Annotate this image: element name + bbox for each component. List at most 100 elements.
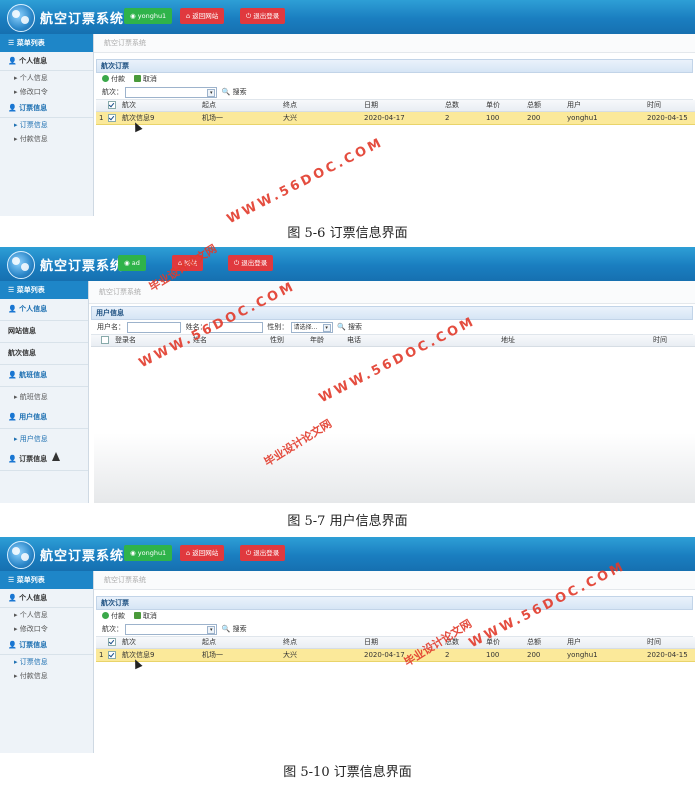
col-header: 地址 <box>501 335 653 347</box>
sidebar-group-personal[interactable]: 👤 个人信息 <box>0 589 93 608</box>
sidebar-group-booking[interactable]: 👤 订票信息 <box>0 449 88 471</box>
sidebar-group-user[interactable]: 👤 用户信息 <box>0 407 88 429</box>
cell-from: 机场一 <box>202 648 283 662</box>
user-button[interactable]: ◉ yonghu1 <box>124 545 173 561</box>
col-header: 单价 <box>486 100 527 112</box>
row-checkbox[interactable] <box>108 651 116 659</box>
main-content: 航空订票系统 航次订票 付款 取消 航次： ▾ 🔍 搜索 航次 起点 终点 日期… <box>94 34 695 216</box>
home-button[interactable]: ⌂ 返回网站 <box>180 8 225 24</box>
sidebar-group-booking[interactable]: 👤 订票信息 <box>0 636 93 655</box>
sidebar-group-flight[interactable]: 航次信息 <box>0 343 88 365</box>
sidebar-item-booking-info[interactable]: ▸ 订票信息 <box>0 655 93 669</box>
cell-user: yonghu1 <box>567 648 647 662</box>
sidebar-item-payment-info[interactable]: ▸ 付款信息 <box>0 132 93 146</box>
bottom-shade <box>94 433 695 503</box>
row-checkbox[interactable] <box>108 114 116 122</box>
cell-user: yonghu1 <box>567 111 647 125</box>
user-button[interactable]: ◉ ad <box>118 255 146 271</box>
app-title: 航空订票系统 <box>40 12 125 27</box>
home-button[interactable]: ⌂ 返回网站 <box>180 545 225 561</box>
search-button[interactable]: 🔍 搜索 <box>222 88 247 96</box>
main-content: 航空订票系统 航次订票 付款 取消 航次： ▾ 🔍 搜索 航次 起点 终点 日期… <box>94 571 695 753</box>
gender-label: 性别： <box>267 323 289 331</box>
sidebar-item-payment-info[interactable]: ▸ 付款信息 <box>0 669 93 683</box>
col-header: 总数 <box>445 100 486 112</box>
sidebar-item-change-password[interactable]: ▸ 修改口令 <box>0 622 93 636</box>
filter-bar: 航次： ▾ 🔍 搜索 <box>96 85 693 100</box>
user-button[interactable]: ◉ yonghu1 <box>124 8 173 24</box>
sidebar-group-booking[interactable]: 👤 订票信息 <box>0 99 93 118</box>
add-icon <box>102 75 109 82</box>
sidebar-group-personal[interactable]: 👤 个人信息 <box>0 299 88 321</box>
sidebar-item-change-password[interactable]: ▸ 修改口令 <box>0 85 93 99</box>
app-title: 航空订票系统 <box>40 259 125 274</box>
sidebar-group-airline[interactable]: 👤 航班信息 <box>0 365 88 387</box>
cell-time: 2020-04-15 <box>647 648 695 662</box>
cell-time: 2020-04-15 <box>647 111 695 125</box>
breadcrumb: 航空订票系统 <box>89 281 695 304</box>
figure-caption-1: 图 5-6 订票信息界面 <box>287 226 408 241</box>
figure-caption-3: 图 5-10 订票信息界面 <box>283 765 412 780</box>
cell-count: 2 <box>445 648 486 662</box>
logout-button[interactable]: ⏻ 退出登录 <box>240 8 286 24</box>
select-all-checkbox[interactable] <box>108 638 116 646</box>
row-number: 1 <box>96 648 108 662</box>
search-button[interactable]: 🔍 搜索 <box>337 323 362 331</box>
sidebar-group-site[interactable]: 网站信息 <box>0 321 88 343</box>
cell-total: 200 <box>527 648 567 662</box>
cancel-button[interactable]: 取消 <box>133 75 157 83</box>
sidebar-item-personal-info[interactable]: ▸ 个人信息 <box>0 71 93 85</box>
sidebar-item-booking-info[interactable]: ▸ 订票信息 <box>0 118 93 132</box>
col-header: 时间 <box>653 335 695 347</box>
screenshot-user-info: 航空订票系统 ◉ ad ⌂ 网站 ⏻ 退出登录 ☰ 菜单列表 👤 个人信息 网站… <box>0 247 695 503</box>
search-button[interactable]: 🔍 搜索 <box>222 625 247 633</box>
col-header: 性别 <box>270 335 310 347</box>
table-row[interactable]: 1 航次信息9 机场一 大兴 2020-04-17 2 100 200 yong… <box>96 111 695 125</box>
filter-bar: 用户名： 姓名： 性别： 请选择... ▾ 🔍 搜索 <box>91 320 693 335</box>
menu-header: ☰ 菜单列表 <box>0 281 88 299</box>
filter-bar: 航次： ▾ 🔍 搜索 <box>96 622 693 637</box>
sidebar-item-user-info[interactable]: ▸ 用户信息 <box>0 429 88 449</box>
table-row[interactable]: 1 航次信息9 机场一 大兴 2020-04-17 2 100 200 yong… <box>96 648 695 662</box>
panel-title: 航次订票 <box>96 596 693 610</box>
toolbar: 付款 取消 <box>96 610 693 622</box>
flight-label: 航次： <box>102 88 123 96</box>
col-header: 用户 <box>567 637 647 649</box>
select-all-checkbox[interactable] <box>108 101 116 109</box>
chevron-down-icon: ▾ <box>207 625 216 634</box>
sidebar-item-airline-info[interactable]: ▸ 航班信息 <box>0 387 88 407</box>
toolbar: 付款 取消 <box>96 73 693 85</box>
logo-icon <box>7 541 35 569</box>
cancel-button[interactable]: 取消 <box>133 612 157 620</box>
flight-label: 航次： <box>102 625 123 633</box>
col-header: 起点 <box>202 100 283 112</box>
col-header: 时间 <box>647 100 695 112</box>
col-header: 起点 <box>202 637 283 649</box>
select-all-checkbox[interactable] <box>101 336 109 344</box>
cell-count: 2 <box>445 111 486 125</box>
cancel-icon <box>133 75 141 82</box>
username-input[interactable] <box>127 321 182 333</box>
col-header: 用户 <box>567 100 647 112</box>
sidebar-item-personal-info[interactable]: ▸ 个人信息 <box>0 608 93 622</box>
add-icon <box>102 612 109 619</box>
gender-select[interactable]: 请选择... ▾ <box>290 321 333 333</box>
panel-title: 用户信息 <box>91 306 693 320</box>
logo-icon <box>7 4 35 32</box>
panel-title: 航次订票 <box>96 59 693 73</box>
flight-select[interactable]: ▾ <box>125 86 218 98</box>
logout-button[interactable]: ⏻ 退出登录 <box>228 255 274 271</box>
screenshot-booking-2: 航空订票系统 ◉ yonghu1 ⌂ 返回网站 ⏻ 退出登录 ☰ 菜单列表 👤 … <box>0 537 695 753</box>
col-header: 日期 <box>364 100 445 112</box>
cell-total: 200 <box>527 111 567 125</box>
col-header: 航次 <box>122 100 202 112</box>
sidebar-group-personal[interactable]: 👤 个人信息 <box>0 52 93 71</box>
flight-select[interactable]: ▾ <box>125 623 218 635</box>
booking-table: 航次 起点 终点 日期 总数 单价 总额 用户 时间 1 航次信息9 机场一 大… <box>96 637 695 662</box>
cancel-icon <box>133 612 141 619</box>
cell-to: 大兴 <box>283 111 364 125</box>
pay-button[interactable]: 付款 <box>102 612 125 620</box>
sidebar: ☰ 菜单列表 👤 个人信息 ▸ 个人信息 ▸ 修改口令 👤 订票信息 ▸ 订票信… <box>0 571 94 753</box>
pay-button[interactable]: 付款 <box>102 75 125 83</box>
logout-button[interactable]: ⏻ 退出登录 <box>240 545 286 561</box>
